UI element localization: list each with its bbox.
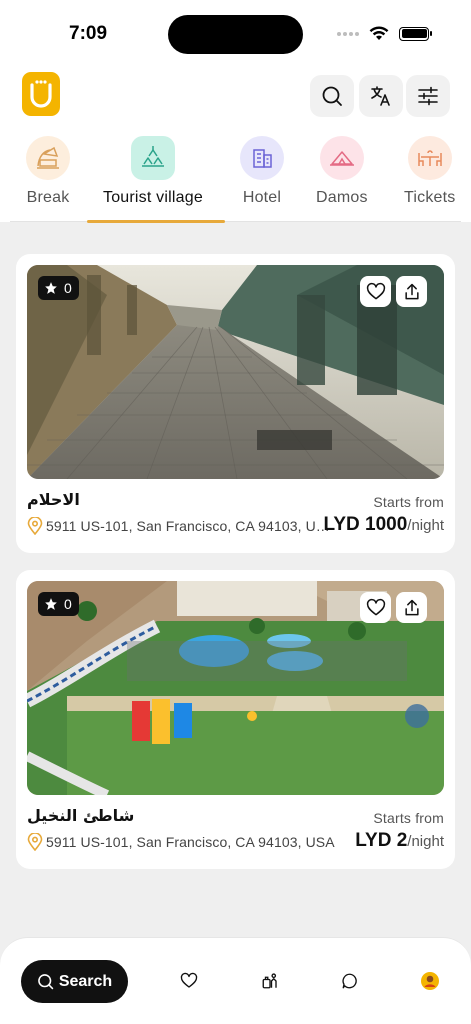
nav-search-button[interactable]: Search [21, 960, 128, 1003]
wifi-icon [369, 26, 389, 40]
app-logo[interactable] [22, 72, 60, 116]
signal-icon [337, 31, 359, 36]
sliders-icon [418, 86, 438, 106]
rating-badge: 0 [38, 276, 79, 300]
translate-icon [371, 86, 390, 106]
search-icon [37, 974, 54, 990]
category-tabs: Break Tourist village Hotel Damos Ticket… [0, 136, 471, 223]
beach-icon [26, 136, 70, 180]
heart-icon [180, 972, 198, 988]
favorite-button[interactable] [360, 592, 391, 623]
starts-from-label: Starts from [373, 494, 444, 510]
status-time: 7:09 [69, 23, 108, 44]
listing-card[interactable]: 0 شاطئ النخيل Starts from 5911 US-101, S… [16, 570, 455, 869]
tab-label: Break [26, 189, 70, 206]
filter-button[interactable] [406, 75, 450, 117]
translate-button[interactable] [359, 75, 403, 117]
active-tab-indicator [87, 220, 225, 223]
nav-bookings[interactable] [260, 971, 280, 991]
share-icon [404, 283, 419, 299]
tab-label: Tickets [404, 189, 456, 206]
star-icon [45, 282, 57, 294]
village-icon [130, 136, 175, 180]
starts-from-label: Starts from [373, 810, 444, 826]
search-button[interactable] [310, 75, 354, 117]
address-text: 5911 US-101, San Francisco, CA 94103, US… [46, 834, 335, 850]
address-text: 5911 US-101, San Francisco, CA 94103, US… [46, 518, 332, 534]
price-amount: LYD 1000 [323, 514, 408, 535]
logo-mark-icon [30, 80, 52, 108]
tab-label: Damos [316, 189, 368, 206]
heart-icon [366, 598, 385, 615]
tab-break[interactable]: Break [26, 136, 70, 207]
share-icon [404, 599, 419, 615]
tab-damos[interactable]: Damos [316, 136, 368, 207]
listing-name: شاطئ النخيل [27, 806, 135, 825]
star-icon [45, 598, 57, 610]
rating-badge: 0 [38, 592, 79, 616]
share-button[interactable] [396, 276, 427, 307]
listing-price: LYD 2 /night [355, 830, 444, 852]
hotel-icon [240, 136, 284, 180]
nav-profile[interactable] [420, 971, 440, 991]
share-button[interactable] [396, 592, 427, 623]
location-pin-icon [27, 833, 43, 851]
listing-address: 5911 US-101, San Francisco, CA 94103, US… [27, 517, 332, 535]
tab-label: Hotel [242, 189, 282, 206]
tab-tourist-village[interactable]: Tourist village [103, 136, 203, 207]
heart-icon [366, 282, 385, 299]
rating-value: 0 [64, 596, 72, 612]
listing-card[interactable]: 0 الاحلام Starts from 5911 US-101, San F… [16, 254, 455, 553]
luggage-icon [262, 973, 277, 989]
favorite-button[interactable] [360, 276, 391, 307]
location-pin-icon [27, 517, 43, 535]
listing-price: LYD 1000 /night [323, 514, 444, 536]
app-header: Break Tourist village Hotel Damos Ticket… [0, 66, 471, 223]
tabs-divider [10, 221, 461, 222]
status-icons [337, 26, 432, 41]
chat-bubble-icon [342, 973, 357, 989]
listing-name: الاحلام [27, 490, 80, 509]
nav-search-label: Search [58, 972, 113, 990]
price-unit: /night [407, 517, 444, 534]
search-icon [322, 86, 342, 106]
tab-tickets[interactable]: Tickets [404, 136, 455, 207]
status-bar: 7:09 [0, 0, 471, 66]
bottom-nav: Search [0, 937, 471, 1024]
nav-favorites[interactable] [179, 971, 199, 991]
nav-messages[interactable] [340, 971, 360, 991]
listing-photo[interactable]: 0 [27, 581, 444, 795]
tab-hotel[interactable]: Hotel [240, 136, 284, 207]
rating-value: 0 [64, 280, 72, 296]
avatar-icon [421, 972, 439, 990]
listing-address: 5911 US-101, San Francisco, CA 94103, US… [27, 833, 335, 851]
listing-photo[interactable]: 0 [27, 265, 444, 479]
price-unit: /night [407, 833, 444, 850]
dynamic-island [168, 15, 303, 54]
tab-label: Tourist village [103, 189, 203, 206]
battery-icon [399, 26, 432, 41]
tent-icon [319, 136, 364, 180]
price-amount: LYD 2 [355, 830, 408, 851]
table-icon [407, 136, 452, 180]
